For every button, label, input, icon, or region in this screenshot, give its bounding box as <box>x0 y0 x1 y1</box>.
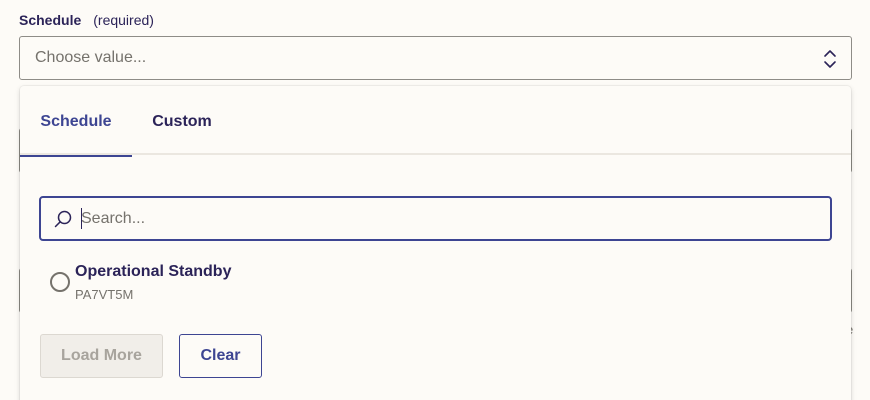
option-subtitle: PA7VT5M <box>75 287 134 302</box>
load-more-button[interactable]: Load More <box>40 334 163 378</box>
search-box <box>39 196 832 241</box>
tab-schedule[interactable]: Schedule <box>20 86 132 157</box>
list-item[interactable]: Operational Standby PA7VT5M <box>50 262 450 308</box>
text-cursor <box>81 208 82 229</box>
clear-button[interactable]: Clear <box>179 334 262 378</box>
field-label-name: Schedule <box>19 12 82 28</box>
tab-bar: Schedule Custom <box>20 86 851 157</box>
schedule-select[interactable]: Choose value... <box>19 36 852 80</box>
field-label: Schedule (required) <box>19 12 154 28</box>
search-input[interactable] <box>81 198 821 239</box>
field-required-note: (required) <box>93 12 154 28</box>
option-title: Operational Standby <box>75 263 232 280</box>
radio-unchecked-icon[interactable] <box>50 272 70 292</box>
select-placeholder: Choose value... <box>35 49 147 66</box>
search-icon <box>54 210 72 228</box>
chevron-up-down-icon <box>824 50 836 68</box>
page: Schedule (required) Choose value... e Sc… <box>0 0 870 400</box>
dropdown-panel: Schedule Custom Operational Standby PA7V… <box>20 86 851 400</box>
tab-custom[interactable]: Custom <box>132 86 232 155</box>
